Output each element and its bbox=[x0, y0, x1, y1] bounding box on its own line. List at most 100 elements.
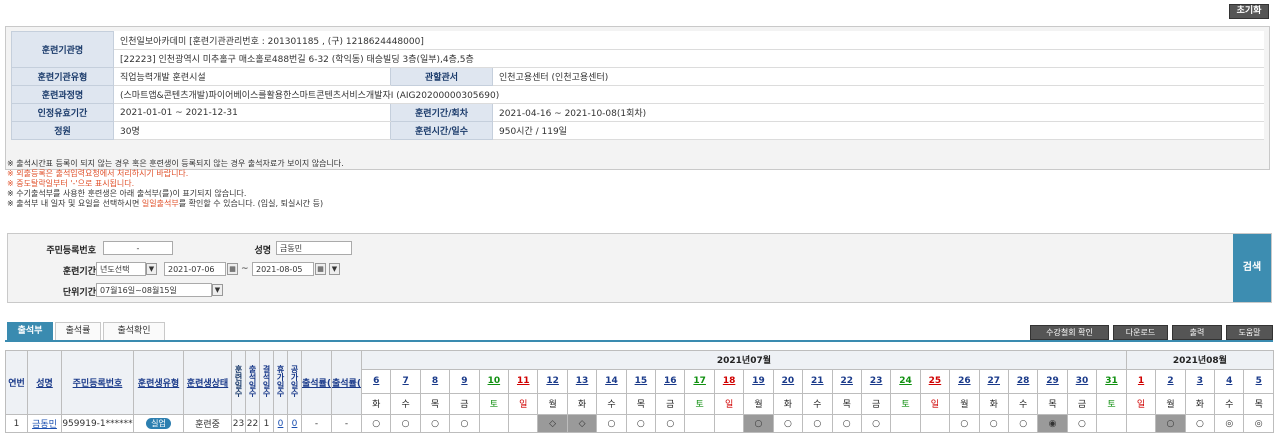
attendance-mark[interactable]: ◉ bbox=[1037, 414, 1068, 433]
calendar-icon[interactable]: ▦ bbox=[227, 263, 238, 275]
header-attend-rate[interactable]: 출석률(%) bbox=[301, 350, 332, 415]
weekday-header[interactable]: 일 bbox=[508, 392, 539, 416]
chevron-down-icon[interactable]: ▼ bbox=[329, 263, 340, 275]
tab-attendance-check[interactable]: 출석확인 bbox=[103, 322, 165, 340]
day-header[interactable]: 24 bbox=[890, 368, 921, 394]
attendance-mark[interactable] bbox=[890, 414, 921, 433]
weekday-header[interactable]: 수 bbox=[1007, 392, 1039, 416]
day-number[interactable]: 12 bbox=[546, 376, 559, 386]
attendance-mark[interactable]: ○ bbox=[625, 414, 657, 433]
day-header[interactable]: 15 bbox=[625, 368, 657, 394]
day-header[interactable]: 28 bbox=[1007, 368, 1039, 394]
attendance-mark[interactable]: ○ bbox=[390, 414, 421, 433]
attendance-mark[interactable]: ○ bbox=[772, 414, 804, 433]
day-header[interactable]: 23 bbox=[860, 368, 892, 394]
rrn-input[interactable]: - bbox=[103, 241, 173, 255]
weekday-header[interactable]: 금 bbox=[860, 392, 892, 416]
weekday-header[interactable]: 일 bbox=[713, 392, 745, 416]
header-attend-rate2[interactable]: 출석률(%) bbox=[331, 350, 362, 415]
day-number[interactable]: 10 bbox=[488, 376, 501, 386]
day-header[interactable]: 14 bbox=[596, 368, 627, 394]
attendance-mark[interactable]: ◎ bbox=[1243, 414, 1274, 433]
day-header[interactable]: 18 bbox=[713, 368, 745, 394]
day-number[interactable]: 22 bbox=[840, 376, 853, 386]
day-number[interactable]: 21 bbox=[811, 376, 824, 386]
day-header[interactable]: 3 bbox=[1184, 368, 1216, 394]
day-header[interactable]: 8 bbox=[419, 368, 451, 394]
weekday-header[interactable]: 목 bbox=[1243, 392, 1274, 416]
tab-attendance-book[interactable]: 출석부 bbox=[7, 322, 53, 340]
attendance-mark[interactable] bbox=[713, 414, 745, 433]
day-header[interactable]: 12 bbox=[537, 368, 568, 394]
day-number[interactable]: 6 bbox=[373, 376, 379, 386]
attendance-mark[interactable] bbox=[684, 414, 715, 433]
attendance-mark[interactable]: ◎ bbox=[1214, 414, 1245, 433]
weekday-header[interactable]: 목 bbox=[1037, 392, 1068, 416]
name-input[interactable]: 금동민 bbox=[276, 241, 352, 255]
attendance-mark[interactable] bbox=[1096, 414, 1127, 433]
weekday-header[interactable]: 월 bbox=[537, 392, 568, 416]
attendance-mark[interactable]: ○ bbox=[1007, 414, 1039, 433]
chevron-down-icon[interactable]: ▼ bbox=[212, 284, 223, 296]
day-number[interactable]: 17 bbox=[693, 376, 706, 386]
weekday-header[interactable]: 화 bbox=[360, 392, 392, 416]
weekday-header[interactable]: 화 bbox=[1184, 392, 1216, 416]
day-number[interactable]: 7 bbox=[402, 376, 408, 386]
header-absent-days[interactable]: 결석일수 bbox=[259, 350, 274, 415]
leave-days-link[interactable]: 0 bbox=[278, 419, 284, 429]
download-button[interactable]: 다운로드 bbox=[1113, 325, 1168, 340]
attendance-mark[interactable]: ◇ bbox=[566, 414, 598, 433]
date-from-input[interactable]: 2021-07-06 bbox=[164, 262, 226, 276]
attendance-mark[interactable]: ○ bbox=[802, 414, 833, 433]
weekday-header[interactable]: 수 bbox=[1214, 392, 1245, 416]
weekday-header[interactable]: 화 bbox=[566, 392, 598, 416]
day-number[interactable]: 3 bbox=[1197, 376, 1203, 386]
day-number[interactable]: 19 bbox=[752, 376, 765, 386]
calendar-icon[interactable]: ▦ bbox=[315, 263, 326, 275]
trainee-name-link[interactable]: 금동민 bbox=[32, 420, 57, 430]
day-number[interactable]: 5 bbox=[1256, 376, 1262, 386]
weekday-header[interactable]: 목 bbox=[419, 392, 451, 416]
weekday-header[interactable]: 금 bbox=[449, 392, 480, 416]
withdrawal-check-button[interactable]: 수강철회 확인 bbox=[1030, 325, 1109, 340]
day-number[interactable]: 4 bbox=[1226, 376, 1232, 386]
day-number[interactable]: 30 bbox=[1076, 376, 1089, 386]
attendance-mark[interactable] bbox=[919, 414, 951, 433]
day-number[interactable]: 11 bbox=[517, 376, 530, 386]
day-number[interactable]: 24 bbox=[899, 376, 912, 386]
day-header[interactable]: 19 bbox=[743, 368, 774, 394]
help-button[interactable]: 도움말 bbox=[1226, 325, 1273, 340]
day-header[interactable]: 13 bbox=[566, 368, 598, 394]
chevron-down-icon[interactable]: ▼ bbox=[146, 263, 157, 275]
weekday-header[interactable]: 월 bbox=[1155, 392, 1186, 416]
day-number[interactable]: 9 bbox=[461, 376, 467, 386]
date-to-input[interactable]: 2021-08-05 bbox=[252, 262, 314, 276]
attendance-mark[interactable]: ◇ bbox=[537, 414, 568, 433]
day-number[interactable]: 1 bbox=[1138, 376, 1144, 386]
day-header[interactable]: 26 bbox=[949, 368, 980, 394]
reset-button[interactable]: 초기화 bbox=[1229, 4, 1269, 19]
weekday-header[interactable]: 토 bbox=[478, 392, 510, 416]
day-header[interactable]: 22 bbox=[831, 368, 862, 394]
day-number[interactable]: 14 bbox=[605, 376, 618, 386]
cell-official-days[interactable]: 0 bbox=[287, 414, 302, 433]
attendance-mark[interactable] bbox=[508, 414, 539, 433]
day-header[interactable]: 2 bbox=[1155, 368, 1186, 394]
day-header[interactable]: 17 bbox=[684, 368, 715, 394]
day-header[interactable]: 25 bbox=[919, 368, 951, 394]
header-name[interactable]: 성명 bbox=[27, 350, 62, 415]
attendance-mark[interactable]: ○ bbox=[655, 414, 686, 433]
attendance-mark[interactable]: ○ bbox=[596, 414, 627, 433]
tab-attendance-rate[interactable]: 출석률 bbox=[55, 322, 101, 340]
weekday-header[interactable]: 일 bbox=[919, 392, 951, 416]
attendance-mark[interactable]: ○ bbox=[831, 414, 862, 433]
weekday-header[interactable]: 토 bbox=[684, 392, 715, 416]
official-days-link[interactable]: 0 bbox=[292, 419, 298, 429]
header-attend-days[interactable]: 출석일수 bbox=[245, 350, 260, 415]
attendance-mark[interactable]: ○ bbox=[449, 414, 480, 433]
day-header[interactable]: 31 bbox=[1096, 368, 1127, 394]
unit-period-select[interactable]: 07월16일~08월15일 bbox=[96, 283, 212, 297]
day-header[interactable]: 16 bbox=[655, 368, 686, 394]
day-header[interactable]: 10 bbox=[478, 368, 510, 394]
header-rrn[interactable]: 주민등록번호 bbox=[61, 350, 134, 415]
